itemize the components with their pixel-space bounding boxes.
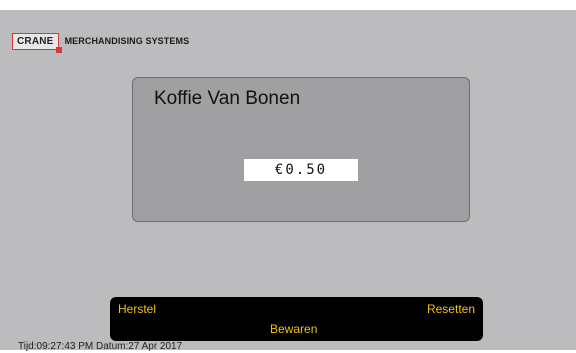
crane-logo-text: CRANE (17, 35, 54, 47)
datetime-status: Tijd:09:27:43 PM Datum:27 Apr 2017 (18, 341, 183, 352)
bewaren-button[interactable]: Bewaren (270, 322, 317, 336)
product-panel: Koffie Van Bonen €0.50 (132, 77, 470, 222)
product-name: Koffie Van Bonen (154, 88, 301, 109)
brand-header: CRANE MERCHANDISING SYSTEMS (12, 32, 190, 53)
price-field[interactable]: €0.50 (244, 159, 358, 181)
company-name: MERCHANDISING SYSTEMS (64, 36, 190, 46)
herstel-button[interactable]: Herstel (118, 302, 156, 316)
action-bar: Herstel Resetten Bewaren (110, 297, 483, 341)
resetten-button[interactable]: Resetten (427, 302, 475, 316)
logo-mark-icon (55, 46, 62, 53)
crane-logo: CRANE (12, 32, 62, 53)
